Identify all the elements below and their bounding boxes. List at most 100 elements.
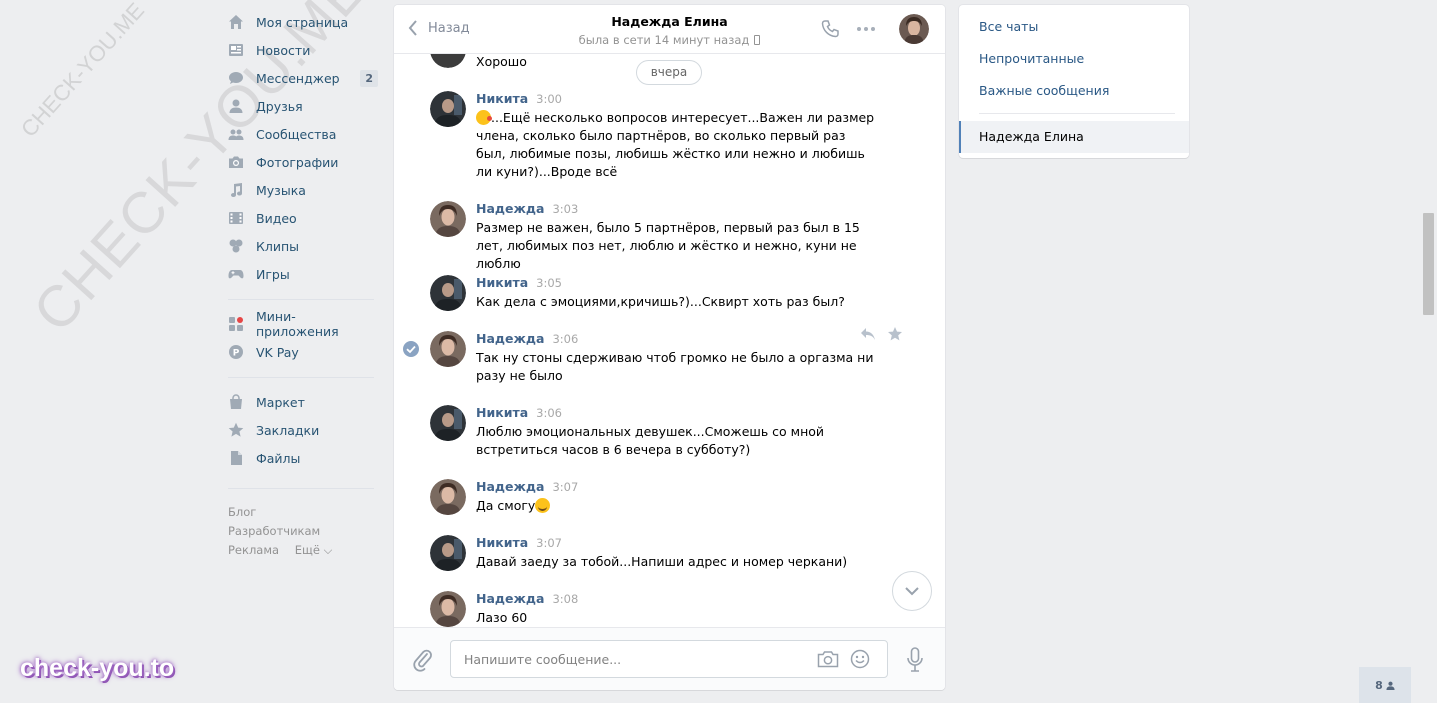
message-author[interactable]: Надежда 3:07 <box>476 479 578 494</box>
message-time: 3:07 <box>536 536 562 550</box>
footer-link-blog[interactable]: Блог <box>228 505 256 519</box>
nav-label: Друзья <box>256 98 303 114</box>
filter-all-chats[interactable]: Все чаты <box>979 19 1038 34</box>
message[interactable]: Никита 3:07 Давай заеду за тобой...Напиши… <box>430 535 910 575</box>
message[interactable]: Никита 3:06 Люблю эмоциональных девушек..… <box>430 405 910 465</box>
avatar[interactable] <box>430 275 466 311</box>
nav-divider <box>228 299 374 300</box>
nav-photos[interactable]: Фотографии <box>228 148 374 176</box>
avatar[interactable] <box>430 405 466 441</box>
nav-label: Видео <box>256 210 297 226</box>
online-count: 8 <box>1375 678 1383 692</box>
person-icon <box>1386 681 1395 690</box>
message-author[interactable]: Никита 3:05 <box>476 275 562 290</box>
chat-header: Назад Надежда Елина была в сети 14 минут… <box>394 5 945 54</box>
nav-label: VK Pay <box>256 344 299 360</box>
online-friends-button[interactable]: 8 <box>1359 667 1411 703</box>
gamepad-icon <box>228 266 244 282</box>
message[interactable]: Никита 3:00 ...Ещё несколько вопросов инт… <box>430 91 910 181</box>
avatar[interactable] <box>430 535 466 571</box>
nav-label: Файлы <box>256 450 301 466</box>
avatar[interactable] <box>430 91 466 127</box>
nav-files[interactable]: Файлы <box>228 444 374 472</box>
message-author[interactable]: Надежда 3:06 <box>476 331 578 346</box>
phone-icon[interactable] <box>820 19 840 39</box>
date-separator: вчера <box>636 60 702 85</box>
nav-label: Мини-приложения <box>256 309 339 339</box>
nav-my-page[interactable]: Моя страница <box>228 8 374 36</box>
nav-clips[interactable]: Клипы <box>228 232 374 260</box>
nav-games[interactable]: Игры <box>228 260 374 288</box>
nav-mini-apps[interactable]: Мини-приложения <box>228 309 374 339</box>
message-text: ...Ещё несколько вопросов интересует...В… <box>476 110 875 179</box>
message-time: 3:07 <box>552 480 579 494</box>
filter-unread[interactable]: Непрочитанные <box>979 51 1084 66</box>
nav-vk-pay[interactable]: P VK Pay <box>228 338 374 366</box>
message[interactable]: Надежда 3:08 Лазо 60 <box>430 591 910 627</box>
message-author[interactable]: Никита 3:00 <box>476 91 562 106</box>
active-chat-item[interactable]: Надежда Елина <box>959 121 1189 153</box>
camera-icon[interactable] <box>817 650 839 668</box>
filter-divider <box>979 113 1175 114</box>
message-time: 3:06 <box>552 332 579 346</box>
contact-avatar[interactable] <box>899 14 929 44</box>
mobile-icon <box>754 35 761 45</box>
nav-bookmarks[interactable]: Закладки <box>228 416 374 444</box>
watermark-badge: check-you.to <box>20 654 175 682</box>
nav-label: Новости <box>256 42 311 58</box>
page-scrollbar-thumb[interactable] <box>1423 213 1434 315</box>
footer-link-ads[interactable]: Реклама <box>228 543 279 557</box>
nav-music[interactable]: Музыка <box>228 176 374 204</box>
message-history[interactable]: Хорошо вчера Никита 3:00 ...Ещё несколько… <box>394 54 945 627</box>
video-icon <box>228 210 244 226</box>
clips-icon <box>228 238 244 254</box>
home-icon <box>228 14 244 30</box>
message[interactable]: Надежда 3:06 Так ну стоны сдерживаю чтоб … <box>430 331 910 391</box>
nav-groups[interactable]: Сообщества <box>228 120 374 148</box>
nav-label: Фотографии <box>256 154 339 170</box>
avatar[interactable] <box>430 54 466 68</box>
music-icon <box>228 182 244 198</box>
footer-link-developers[interactable]: Разработчикам <box>228 524 320 538</box>
chevron-down-icon <box>905 587 919 596</box>
emoji-icon[interactable] <box>850 649 870 669</box>
nav-news[interactable]: Новости <box>228 36 374 64</box>
select-check-icon[interactable] <box>403 341 419 357</box>
filter-important[interactable]: Важные сообщения <box>979 83 1109 98</box>
message[interactable]: Надежда 3:07 Да смогу <box>430 479 910 519</box>
footer-link-more[interactable]: Ещё ⌵ <box>295 543 333 557</box>
message[interactable]: Никита 3:05 Как дела с эмоциями,кричишь?)… <box>430 275 910 315</box>
message-author[interactable]: Надежда 3:08 <box>476 591 578 606</box>
message-text: Размер не важен, было 5 партнёров, первы… <box>476 220 860 271</box>
file-icon <box>228 450 244 466</box>
unread-count-badge: 2 <box>360 70 378 87</box>
svg-text:P: P <box>233 349 240 359</box>
message-author[interactable]: Никита 3:06 <box>476 405 562 420</box>
nav-market[interactable]: Маркет <box>228 388 374 416</box>
scroll-down-button[interactable] <box>892 571 932 611</box>
message-author[interactable]: Надежда 3:03 <box>476 201 578 216</box>
nav-footer-links: Блог Разработчикам Реклама Ещё ⌵ <box>228 503 374 560</box>
message-time: 3:06 <box>536 406 562 420</box>
avatar[interactable] <box>430 201 466 237</box>
avatar[interactable] <box>430 591 466 627</box>
composer <box>394 627 945 690</box>
message-text: Да смогу <box>476 497 876 515</box>
paperclip-icon[interactable] <box>412 648 434 672</box>
messenger-icon <box>228 70 244 86</box>
nav-label: Закладки <box>256 422 320 438</box>
message[interactable]: Надежда 3:03 Размер не важен, было 5 парт… <box>430 201 910 271</box>
star-icon <box>228 422 244 438</box>
message-time: 3:08 <box>552 592 579 606</box>
avatar[interactable] <box>430 331 466 367</box>
nav-label: Игры <box>256 266 290 282</box>
microphone-icon[interactable] <box>906 647 924 673</box>
message-author[interactable]: Никита 3:07 <box>476 535 562 550</box>
nav-friends[interactable]: Друзья <box>228 92 374 120</box>
nav-video[interactable]: Видео <box>228 204 374 232</box>
avatar[interactable] <box>430 479 466 515</box>
nav-messenger[interactable]: Мессенджер 2 <box>228 64 378 92</box>
nav-label: Клипы <box>256 238 300 254</box>
smile-emoji-icon <box>535 498 551 513</box>
more-icon[interactable] <box>857 27 875 31</box>
